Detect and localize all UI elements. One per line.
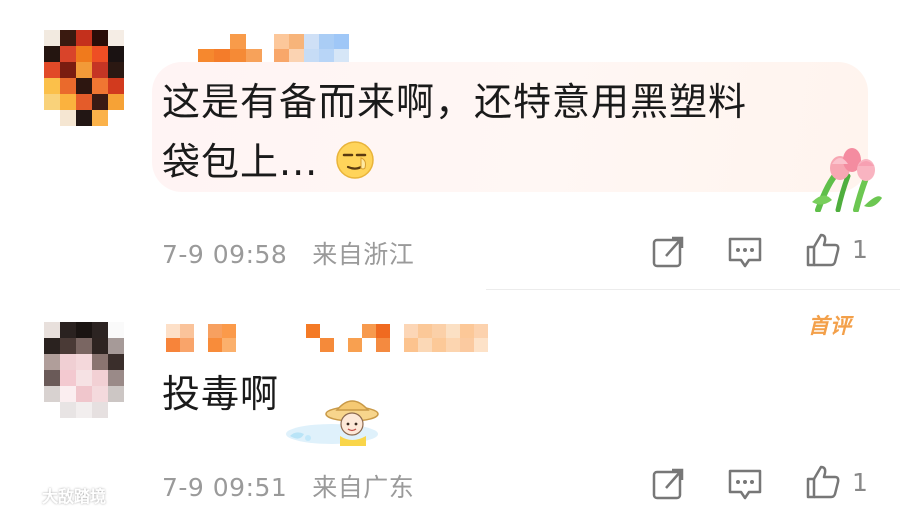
like-count: 1 (852, 468, 868, 497)
thumb-up-icon[interactable] (805, 464, 841, 500)
share-icon[interactable] (650, 466, 686, 502)
watermark: 大敌踏境 (8, 483, 106, 507)
thumb-up-icon[interactable] (805, 232, 841, 268)
like-count: 1 (852, 235, 868, 264)
comment-time: 7-9 09:51 (162, 473, 288, 502)
comment-text-line: 投毒啊 (162, 372, 280, 416)
comment-icon[interactable] (727, 466, 763, 502)
watermark-text: 大敌踏境 (42, 487, 107, 506)
comment-time: 7-9 09:58 (162, 240, 288, 269)
comment-meta: 7-9 09:51 来自广东 (162, 468, 414, 504)
comment-list: 这是有备而来啊，还特意用黑塑料 袋包上... 7-9 09:58 来自浙江 1 … (0, 0, 900, 513)
cartoon-girl-sticker-icon (286, 400, 379, 446)
comment-text[interactable]: 投毒啊 (162, 364, 279, 424)
comment-meta: 7-9 09:58 来自浙江 (162, 235, 414, 271)
tulip-sticker-icon (812, 148, 882, 212)
smirk-emoji-icon (336, 141, 374, 179)
watermark-logo-icon (8, 485, 36, 505)
comment-item: 这是有备而来啊，还特意用黑塑料 袋包上... 7-9 09:58 来自浙江 1 (0, 0, 900, 290)
comment-text-line: 这是有备而来啊，还特意用黑塑料 (162, 80, 748, 124)
comment-item: 首评 投毒啊 7-9 09:51 来自广东 1 (0, 290, 900, 513)
share-icon[interactable] (650, 234, 686, 270)
comment-icon[interactable] (727, 234, 763, 270)
avatar[interactable] (44, 30, 124, 126)
avatar[interactable] (44, 322, 124, 418)
comment-location: 来自广东 (312, 473, 415, 502)
comment-text-line: 袋包上... (162, 140, 319, 184)
first-comment-badge: 首评 (808, 314, 852, 338)
comment-text[interactable]: 这是有备而来啊，还特意用黑塑料 袋包上... (162, 72, 747, 192)
comment-location: 来自浙江 (312, 240, 415, 269)
username-mosaic[interactable] (166, 324, 488, 358)
